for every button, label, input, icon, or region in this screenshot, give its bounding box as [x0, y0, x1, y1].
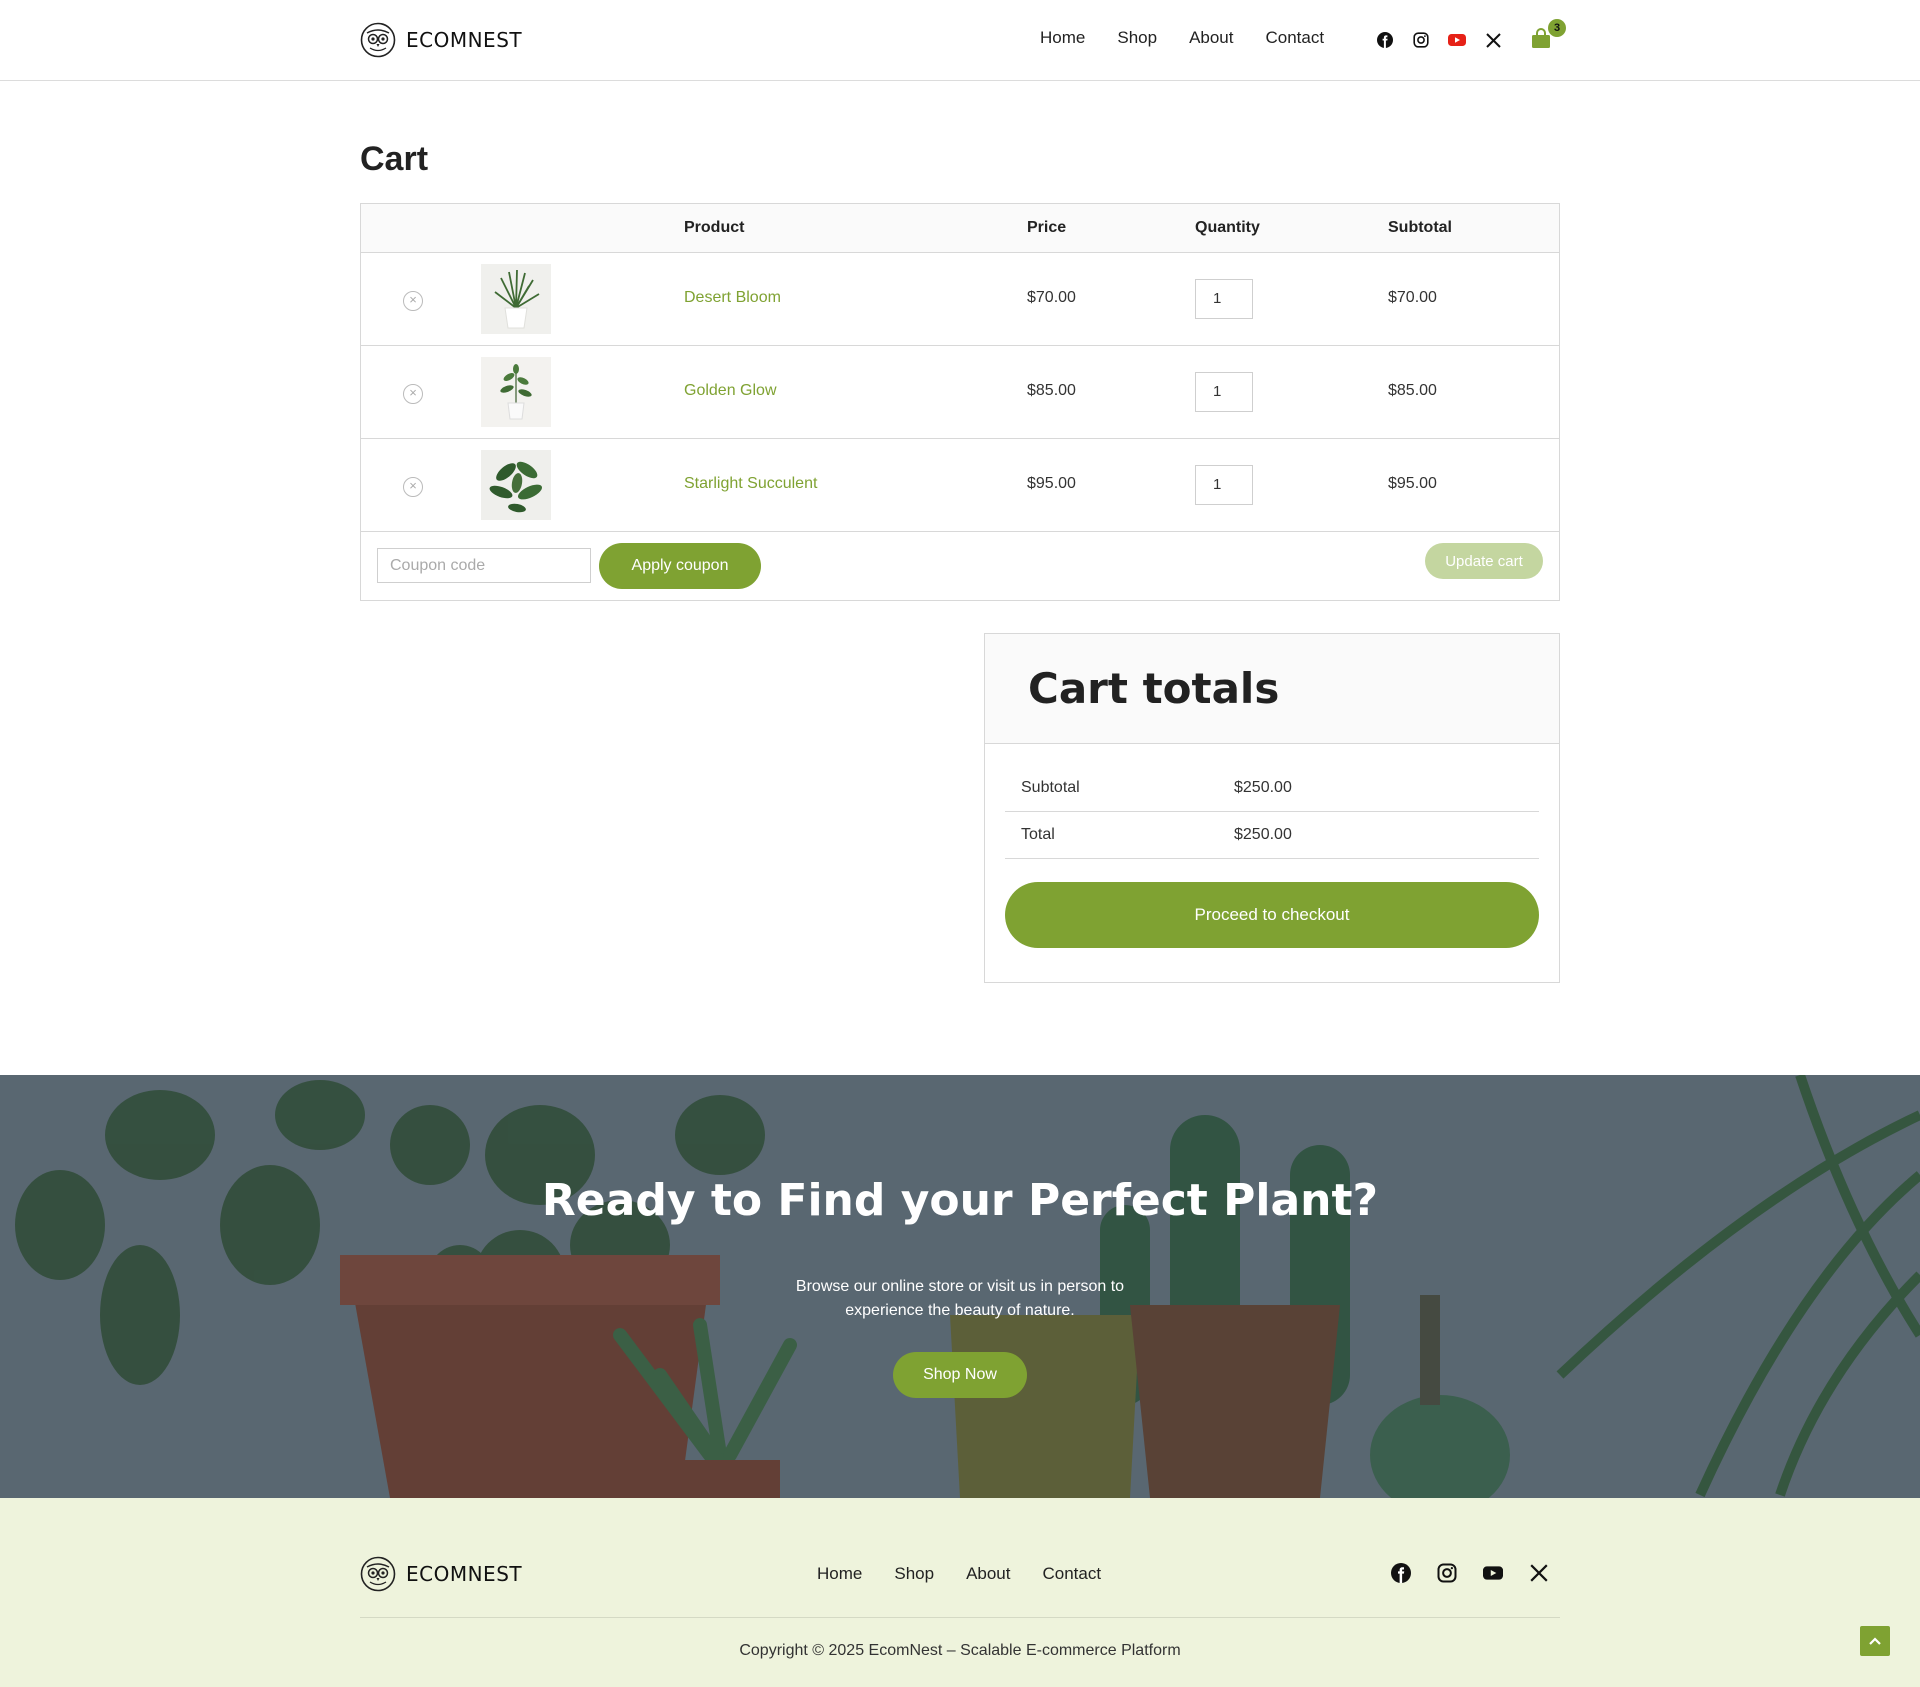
table-header: Product Price Quantity Subtotal	[361, 204, 1559, 253]
totals-total-row: Total $250.00	[1005, 812, 1539, 859]
cta-banner: Ready to Find your Perfect Plant? Browse…	[0, 1075, 1920, 1498]
product-link[interactable]: Golden Glow	[684, 382, 777, 400]
product-price: $95.00	[1027, 475, 1076, 492]
table-row: × Starlight Succulent $95.00 1 $95.00	[361, 439, 1559, 532]
proceed-to-checkout-button[interactable]: Proceed to checkout	[1005, 882, 1539, 948]
cart-totals: Cart totals Subtotal $250.00 Total $250.…	[984, 633, 1560, 983]
owl-logo-icon	[360, 1556, 396, 1592]
product-thumbnail[interactable]	[481, 450, 551, 520]
header-socials	[1376, 31, 1502, 49]
header-quantity: Quantity	[1195, 219, 1260, 236]
nav-home[interactable]: Home	[1040, 28, 1085, 48]
product-price: $70.00	[1027, 289, 1076, 306]
footer-divider	[360, 1617, 1560, 1618]
quantity-input[interactable]: 1	[1195, 279, 1253, 319]
remove-item-button[interactable]: ×	[403, 477, 423, 497]
product-subtotal: $95.00	[1388, 475, 1437, 492]
nav-shop[interactable]: Shop	[1117, 28, 1157, 48]
header-product: Product	[684, 219, 745, 236]
cart-count-badge: 3	[1548, 19, 1566, 37]
footer-nav-home[interactable]: Home	[817, 1564, 862, 1584]
site-logo[interactable]: ECOMNEST	[360, 22, 522, 58]
banner-text: Browse our online store or visit us in p…	[795, 1278, 1125, 1319]
subtotal-label: Subtotal	[1021, 779, 1080, 796]
quantity-input[interactable]: 1	[1195, 465, 1253, 505]
owl-logo-icon	[360, 22, 396, 58]
brand-name: ECOMNEST	[406, 28, 523, 52]
footer-nav-shop[interactable]: Shop	[894, 1564, 934, 1584]
site-header: ECOMNEST Home Shop About Contact 3	[0, 0, 1920, 81]
quantity-input[interactable]: 1	[1195, 372, 1253, 412]
x-icon[interactable]	[1484, 31, 1502, 49]
header-subtotal: Subtotal	[1388, 219, 1452, 236]
youtube-icon[interactable]	[1482, 1562, 1504, 1584]
footer-socials	[1390, 1562, 1550, 1584]
youtube-icon[interactable]	[1448, 31, 1466, 49]
totals-subtotal-row: Subtotal $250.00	[1005, 765, 1539, 812]
product-link[interactable]: Desert Bloom	[684, 289, 781, 307]
facebook-icon[interactable]	[1390, 1562, 1412, 1584]
footer-nav: Home Shop About Contact	[817, 1564, 1101, 1584]
cart-table: Product Price Quantity Subtotal × Desert…	[360, 203, 1560, 601]
site-footer: ECOMNEST Home Shop About Contact Copyrig…	[0, 1498, 1920, 1687]
main-nav: Home Shop About Contact	[1040, 28, 1324, 48]
remove-item-button[interactable]: ×	[403, 291, 423, 311]
footer-nav-contact[interactable]: Contact	[1043, 1564, 1102, 1584]
banner-title: Ready to Find your Perfect Plant?	[541, 1175, 1379, 1226]
product-link[interactable]: Starlight Succulent	[684, 475, 817, 493]
product-price: $85.00	[1027, 382, 1076, 399]
coupon-code-input[interactable]	[377, 548, 591, 583]
remove-item-button[interactable]: ×	[403, 384, 423, 404]
apply-coupon-button[interactable]: Apply coupon	[599, 543, 761, 589]
total-value: $250.00	[1234, 826, 1292, 843]
copyright-text: Copyright © 2025 EcomNest – Scalable E-c…	[739, 1642, 1181, 1659]
chevron-up-icon	[1869, 1637, 1881, 1645]
nav-about[interactable]: About	[1189, 28, 1233, 48]
update-cart-button[interactable]: Update cart	[1425, 543, 1543, 579]
product-subtotal: $85.00	[1388, 382, 1437, 399]
product-thumbnail[interactable]	[481, 357, 551, 427]
cart-totals-title: Cart totals	[1028, 664, 1280, 713]
x-icon[interactable]	[1528, 1562, 1550, 1584]
facebook-icon[interactable]	[1376, 31, 1394, 49]
footer-brand-name: ECOMNEST	[406, 1562, 523, 1586]
table-row: × Desert Bloom $70.00 1 $70.00	[361, 253, 1559, 346]
subtotal-value: $250.00	[1234, 779, 1292, 796]
instagram-icon[interactable]	[1436, 1562, 1458, 1584]
instagram-icon[interactable]	[1412, 31, 1430, 49]
footer-logo[interactable]: ECOMNEST	[360, 1556, 522, 1592]
cart-totals-header: Cart totals	[985, 634, 1559, 744]
product-thumbnail[interactable]	[481, 264, 551, 334]
product-subtotal: $70.00	[1388, 289, 1437, 306]
scroll-to-top-button[interactable]	[1860, 1626, 1890, 1656]
cart-actions: Apply coupon Update cart	[361, 532, 1559, 600]
shop-now-button[interactable]: Shop Now	[893, 1352, 1027, 1398]
table-row: × Golden Glow $85.00 1 $85.00	[361, 346, 1559, 439]
header-price: Price	[1027, 219, 1067, 236]
footer-nav-about[interactable]: About	[966, 1564, 1010, 1584]
nav-contact[interactable]: Contact	[1266, 28, 1325, 48]
page-title: Cart	[360, 140, 429, 178]
total-label: Total	[1021, 826, 1055, 843]
